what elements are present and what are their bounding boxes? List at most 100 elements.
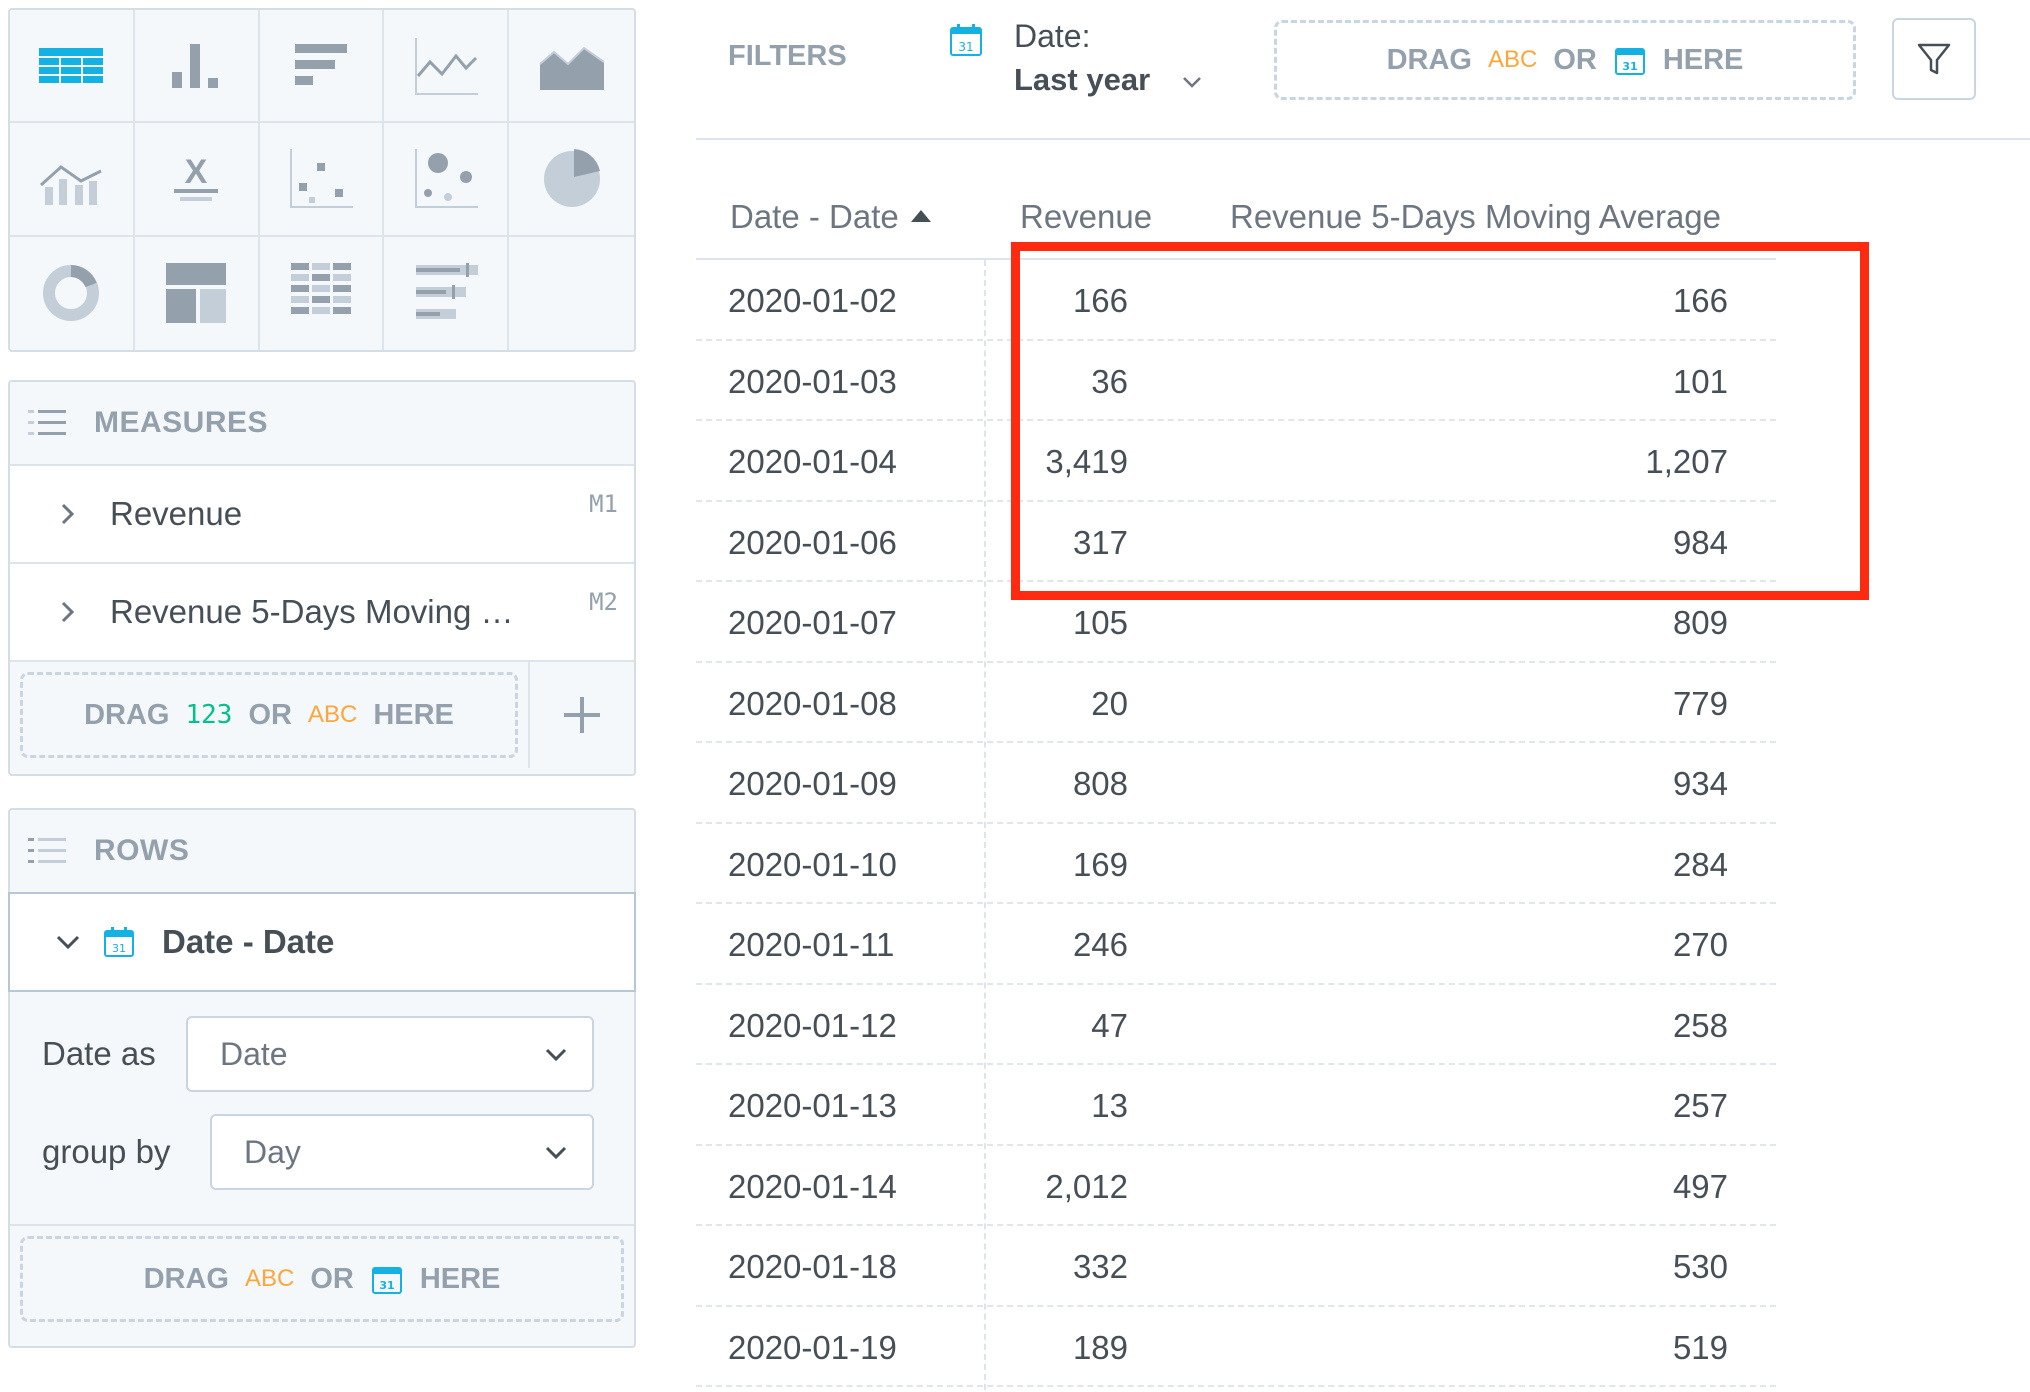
chevron-down-icon	[545, 1146, 567, 1160]
treemap-icon	[166, 263, 227, 324]
group-by-select[interactable]: Day	[210, 1114, 594, 1190]
donut-chart-icon	[43, 265, 100, 322]
date-filter-name[interactable]: Date:	[1014, 18, 1090, 55]
viz-table[interactable]	[10, 10, 135, 124]
plus-icon	[564, 697, 600, 733]
combo-chart-icon	[40, 165, 103, 205]
add-measure-button[interactable]	[528, 662, 634, 768]
measures-drop-zone[interactable]: DRAG 123 OR ABC HERE	[20, 672, 518, 758]
funnel-icon	[1917, 43, 1951, 75]
viz-bubble[interactable]	[384, 123, 510, 237]
cell-date: 2020-01-10	[728, 845, 897, 883]
cell-date: 2020-01-18	[728, 1248, 897, 1285]
drop-here-text: HERE	[1662, 43, 1744, 76]
drop-drag-text: DRAG	[84, 698, 170, 731]
attribute-type-badge: ABC	[307, 701, 358, 728]
column-header-date[interactable]: Date - Date	[730, 198, 931, 236]
column-header-moving-average[interactable]: Revenue 5-Days Moving Average	[1230, 198, 1721, 236]
measures-section: MEASURES Revenue M1 Revenue 5-Days Movin…	[8, 380, 636, 776]
rows-list-icon	[28, 838, 66, 863]
cell-revenue: 2,012	[1045, 1167, 1128, 1205]
cell-date: 2020-01-07	[728, 604, 897, 641]
rows-title: ROWS	[94, 834, 190, 867]
viz-heatmap[interactable]	[260, 236, 385, 350]
measure-item-moving-average[interactable]: Revenue 5-Days Moving … M2	[10, 564, 634, 662]
drop-here-text: HERE	[419, 1262, 501, 1295]
table-row: 2020-01-08 20 779	[696, 663, 1776, 743]
cell-avg: 497	[1672, 1167, 1728, 1205]
cell-date: 2020-01-12	[728, 1006, 897, 1044]
filter-button[interactable]	[1892, 18, 1976, 100]
column-chart-icon	[172, 43, 219, 88]
cell-avg: 779	[1672, 684, 1728, 722]
cell-avg: 258	[1672, 1006, 1728, 1044]
table-row: 2020-01-10 169 284	[696, 824, 1776, 904]
cell-revenue: 332	[1072, 1248, 1128, 1285]
area-chart-icon	[538, 46, 605, 90]
bubble-chart-icon	[414, 148, 478, 208]
viz-bullet[interactable]	[384, 236, 510, 350]
svg-text:31: 31	[379, 1279, 394, 1292]
sort-ascending-icon	[910, 210, 931, 222]
viz-column[interactable]	[134, 10, 260, 124]
filter-drop-zone[interactable]: DRAG ABC OR 31 HERE	[1274, 20, 1856, 100]
rows-section: ROWS 31 Date - Date Date as Date group b…	[8, 808, 636, 1348]
viz-donut[interactable]	[10, 236, 135, 350]
drop-or-text: OR	[310, 1262, 354, 1295]
cell-avg: 519	[1672, 1328, 1728, 1366]
measure-label: Revenue 5-Days Moving …	[110, 593, 514, 630]
viz-treemap[interactable]	[135, 236, 260, 350]
date-config-panel: Date as Date group by Day	[10, 990, 634, 1226]
drop-drag-text: DRAG	[1386, 43, 1472, 76]
drop-here-text: HERE	[373, 698, 454, 731]
cell-date: 2020-01-19	[728, 1328, 897, 1366]
chevron-down-icon[interactable]	[1180, 70, 1204, 94]
viz-pie[interactable]	[509, 123, 634, 237]
measure-label: Revenue	[110, 495, 243, 532]
row-attribute-label: Date - Date	[162, 923, 335, 960]
date-as-value: Date	[220, 1035, 288, 1072]
rows-drop-zone[interactable]: DRAG ABC OR 31 HERE	[20, 1236, 624, 1322]
group-by-label: group by	[42, 1133, 171, 1170]
viz-scatter[interactable]	[259, 123, 385, 237]
viz-bar[interactable]	[259, 10, 385, 124]
chevron-down-icon[interactable]	[52, 926, 84, 958]
measure-item-revenue[interactable]: Revenue M1	[10, 466, 634, 564]
line-chart-icon	[414, 37, 478, 95]
row-item-date[interactable]: 31 Date - Date	[8, 892, 636, 992]
headline-icon: X	[174, 153, 219, 201]
column-header-revenue[interactable]: Revenue	[1020, 198, 1152, 236]
calendar-icon: 31	[104, 927, 134, 957]
bar-chart-icon	[294, 43, 347, 85]
chevron-right-icon[interactable]	[54, 598, 82, 626]
drop-drag-text: DRAG	[143, 1262, 229, 1295]
date-as-line: Date as Date	[42, 1016, 600, 1092]
measures-title: MEASURES	[94, 406, 269, 439]
svg-text:31: 31	[112, 942, 126, 955]
filters-bar: FILTERS 31 Date: Last year DRAG ABC OR 3…	[696, 0, 2030, 140]
viz-area[interactable]	[509, 10, 634, 124]
chevron-right-icon[interactable]	[54, 500, 82, 528]
viz-headline[interactable]: X	[134, 123, 260, 237]
cell-revenue: 105	[1072, 604, 1128, 641]
drop-or-text: OR	[1553, 43, 1597, 76]
table-row: 2020-01-18 332 530	[696, 1226, 1776, 1307]
table-row: 2020-01-12 47 258	[696, 985, 1776, 1065]
table-row: 2020-01-14 2,012 497	[696, 1146, 1776, 1226]
highlight-box	[1011, 242, 1869, 600]
measures-drop-row: DRAG 123 OR ABC HERE	[10, 662, 634, 768]
cell-date: 2020-01-02	[728, 282, 897, 319]
column-header-label: Date - Date	[730, 198, 899, 235]
viz-empty-cell	[509, 237, 634, 350]
date-as-select[interactable]: Date	[186, 1016, 594, 1092]
cell-revenue: 169	[1072, 845, 1128, 883]
cell-date: 2020-01-04	[728, 443, 897, 480]
table-icon	[39, 47, 104, 83]
cell-date: 2020-01-03	[728, 362, 897, 400]
calendar-icon: 31	[950, 24, 982, 56]
date-filter-value[interactable]: Last year	[1014, 62, 1150, 98]
viz-line[interactable]	[384, 10, 510, 124]
scatter-plot-icon	[289, 148, 353, 208]
svg-text:X: X	[185, 153, 208, 191]
viz-combo[interactable]	[10, 123, 135, 237]
